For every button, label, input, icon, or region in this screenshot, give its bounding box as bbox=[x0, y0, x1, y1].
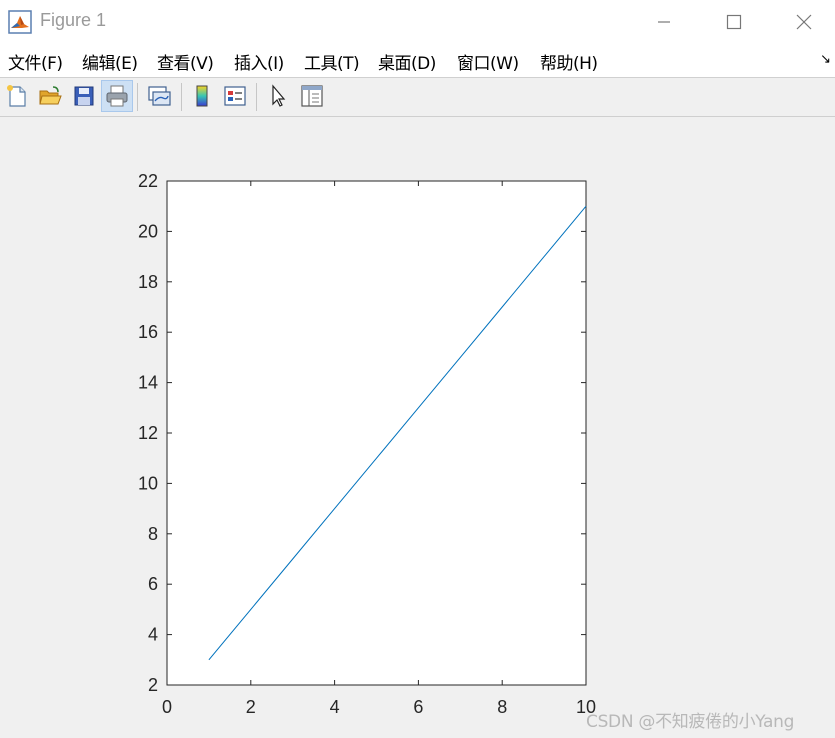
x-tick-label: 6 bbox=[413, 697, 423, 717]
edit-plot-button[interactable] bbox=[262, 80, 294, 112]
y-tick-label: 14 bbox=[138, 373, 158, 393]
link-plot-button[interactable] bbox=[143, 80, 175, 112]
window-title: Figure 1 bbox=[40, 10, 107, 30]
save-button[interactable] bbox=[68, 80, 100, 112]
y-tick-label: 18 bbox=[138, 272, 158, 292]
y-tick-label: 4 bbox=[148, 625, 158, 645]
menu-help[interactable]: 帮助(H) bbox=[540, 49, 598, 74]
open-file-icon bbox=[39, 86, 62, 105]
insert-colorbar-icon bbox=[196, 85, 208, 107]
close-icon bbox=[796, 14, 812, 29]
y-tick-label: 20 bbox=[138, 221, 158, 241]
toolbar-separator bbox=[181, 83, 182, 111]
insert-legend-icon bbox=[224, 86, 246, 106]
toolbar-separator bbox=[256, 83, 257, 111]
link-plot-icon bbox=[148, 86, 171, 106]
insert-colorbar-button[interactable] bbox=[186, 80, 218, 112]
figure-window: Figure 1 文件(F) 编辑(E) 查看(V) 插入(I) 工具(T) 桌… bbox=[0, 0, 835, 738]
maximize-button[interactable] bbox=[711, 0, 757, 43]
line-plot[interactable]: 0 2 4 6 8 10246810121416182022 bbox=[0, 117, 835, 738]
new-figure-button[interactable] bbox=[1, 80, 33, 112]
menu-edit[interactable]: 编辑(E) bbox=[82, 49, 138, 74]
figure-canvas[interactable]: 0 2 4 6 8 10 2 4 6 8 10 12 14 16 18 20 22 bbox=[0, 117, 835, 738]
new-figure-icon bbox=[7, 85, 26, 107]
matlab-logo-icon bbox=[8, 10, 32, 34]
menu-desktop[interactable]: 桌面(D) bbox=[378, 49, 436, 74]
maximize-icon bbox=[726, 14, 742, 29]
close-button[interactable] bbox=[781, 0, 827, 43]
menu-bar: 文件(F) 编辑(E) 查看(V) 插入(I) 工具(T) 桌面(D) 窗口(W… bbox=[0, 43, 835, 78]
axes-area[interactable] bbox=[166, 180, 587, 686]
property-inspector-button[interactable] bbox=[296, 80, 328, 112]
open-file-button[interactable] bbox=[34, 80, 66, 112]
title-bar[interactable]: Figure 1 bbox=[0, 0, 835, 43]
x-tick-label: 0 bbox=[162, 697, 172, 717]
menu-window[interactable]: 窗口(W) bbox=[457, 49, 519, 74]
menu-view[interactable]: 查看(V) bbox=[157, 49, 214, 74]
figure-toolbar bbox=[0, 78, 835, 117]
minimize-button[interactable] bbox=[641, 0, 687, 43]
menu-tools[interactable]: 工具(T) bbox=[304, 49, 360, 74]
insert-legend-button[interactable] bbox=[219, 80, 251, 112]
y-tick-label: 10 bbox=[138, 473, 158, 493]
y-tick-label: 22 bbox=[138, 171, 158, 191]
x-tick-label: 8 bbox=[497, 697, 507, 717]
dock-arrow-icon[interactable]: ↘ bbox=[820, 52, 831, 67]
y-tick-label: 2 bbox=[148, 675, 158, 695]
x-tick-label: 2 bbox=[246, 697, 256, 717]
y-tick-label: 8 bbox=[148, 524, 158, 544]
menu-insert[interactable]: 插入(I) bbox=[234, 49, 284, 74]
print-button[interactable] bbox=[101, 80, 133, 112]
edit-plot-icon bbox=[272, 84, 286, 107]
watermark-text: CSDN @不知疲倦的小Yang bbox=[586, 712, 795, 732]
save-icon bbox=[74, 86, 94, 106]
menu-file[interactable]: 文件(F) bbox=[8, 49, 63, 74]
y-tick-label: 12 bbox=[138, 423, 158, 443]
y-tick-label: 16 bbox=[138, 322, 158, 342]
toolbar-separator bbox=[137, 83, 138, 111]
x-tick-label: 4 bbox=[330, 697, 340, 717]
property-inspector-icon bbox=[301, 85, 323, 107]
print-icon bbox=[106, 85, 128, 107]
y-tick-label: 6 bbox=[148, 574, 158, 594]
minimize-icon bbox=[658, 20, 670, 23]
